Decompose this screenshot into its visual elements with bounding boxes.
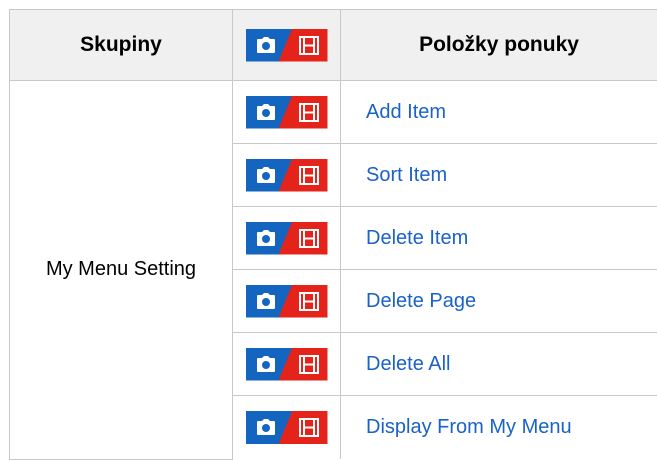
item-cell: Display From My Menu <box>341 396 657 460</box>
sort-item-link[interactable]: Sort Item <box>366 164 447 186</box>
menu-settings-table: Skupiny Položky ponuky My Menu Setting <box>9 9 657 460</box>
group-cell-my-menu-setting: My Menu Setting <box>10 81 233 460</box>
display-from-my-menu-link[interactable]: Display From My Menu <box>366 416 572 438</box>
mode-icon-cell <box>233 333 341 396</box>
item-cell: Sort Item <box>341 144 657 207</box>
photo-movie-mode-icon <box>246 348 328 381</box>
mode-icon-cell <box>233 144 341 207</box>
photo-movie-mode-icon <box>246 285 328 318</box>
table-row: My Menu Setting Add Item <box>10 81 657 144</box>
item-cell: Delete Item <box>341 207 657 270</box>
mode-icon-cell <box>233 81 341 144</box>
table-header-row: Skupiny Položky ponuky <box>10 10 657 81</box>
header-mode-icon-cell <box>233 10 341 81</box>
delete-item-link[interactable]: Delete Item <box>366 227 468 249</box>
item-cell: Delete Page <box>341 270 657 333</box>
mode-icon-cell <box>233 207 341 270</box>
photo-movie-mode-icon <box>246 29 328 62</box>
menu-table-page: Skupiny Položky ponuky My Menu Setting <box>0 0 657 453</box>
mode-icon-cell <box>233 270 341 333</box>
add-item-link[interactable]: Add Item <box>366 101 446 123</box>
delete-all-link[interactable]: Delete All <box>366 353 451 375</box>
delete-page-link[interactable]: Delete Page <box>366 290 476 312</box>
mode-icon-cell <box>233 396 341 460</box>
header-items: Položky ponuky <box>341 10 657 81</box>
header-groups: Skupiny <box>10 10 233 81</box>
item-cell: Delete All <box>341 333 657 396</box>
photo-movie-mode-icon <box>246 96 328 129</box>
photo-movie-mode-icon <box>246 222 328 255</box>
photo-movie-mode-icon <box>246 411 328 444</box>
photo-movie-mode-icon <box>246 159 328 192</box>
item-cell: Add Item <box>341 81 657 144</box>
